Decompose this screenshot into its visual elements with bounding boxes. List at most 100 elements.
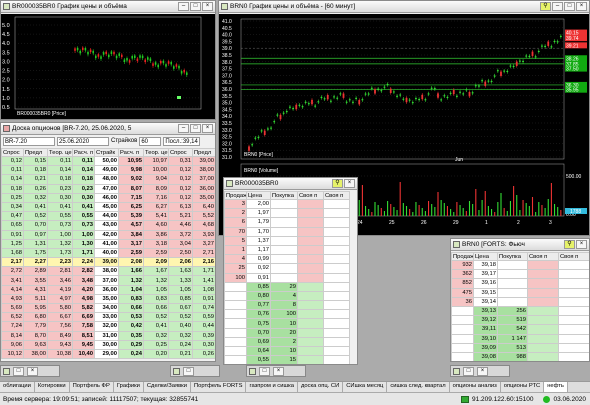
option-cell[interactable]: 7,16 <box>143 192 169 203</box>
column-header[interactable]: Покупка <box>270 191 298 200</box>
option-cell[interactable]: 0,85 <box>168 293 193 305</box>
orderbook-cell[interactable] <box>323 300 350 311</box>
orderbook-cell[interactable]: 852 <box>451 278 474 289</box>
orderbook-option-window[interactable]: BR000035BR0 ⚲ × Продаж Цена Покупка Своя пС… <box>223 177 358 365</box>
options-board-window[interactable]: Доска опционов [BR-7.20, 25.06.2020, 5 –… <box>0 122 216 362</box>
option-cell[interactable]: 5,95 <box>23 302 48 314</box>
option-cell[interactable]: 33,00 <box>94 312 119 323</box>
orderbook-cell[interactable] <box>297 198 324 210</box>
orderbook-cell[interactable] <box>527 342 559 353</box>
option-cell[interactable]: 3,27 <box>192 238 215 249</box>
orderbook-cell[interactable]: 0,92 <box>246 263 271 274</box>
orderbook-cell[interactable]: 0,64 <box>246 345 271 357</box>
option-cell[interactable]: 3,17 <box>118 238 144 249</box>
option-cell[interactable]: 0,65 <box>1 220 24 231</box>
option-cell[interactable]: 6,27 <box>143 201 169 213</box>
option-cell[interactable]: 38,00 <box>94 266 119 277</box>
option-cell[interactable]: 37,00 <box>94 275 119 286</box>
option-cell[interactable]: 2,82 <box>72 266 95 277</box>
option-cell[interactable]: 0,66 <box>118 302 144 314</box>
option-cell[interactable]: 37,00 <box>192 174 215 185</box>
orderbook-cell[interactable]: 1 147 <box>497 333 528 344</box>
option-cell[interactable]: 1,63 <box>168 266 193 277</box>
orderbook-row[interactable]: 6 1,79 <box>224 217 350 228</box>
option-cell[interactable]: 0,42 <box>118 321 144 332</box>
minimized-window-4[interactable]: □ × <box>450 365 510 377</box>
orderbook-cell[interactable] <box>323 281 350 292</box>
orderbook-cell[interactable] <box>451 333 474 344</box>
option-row[interactable]: 0,25 0,32 0,30 0,30 46,00 7,15 7,16 0,12 35,00 <box>1 192 215 203</box>
option-cell[interactable]: 5,11 <box>23 293 48 305</box>
orderbook-cell[interactable]: 0,99 <box>246 254 271 265</box>
option-cell[interactable]: 1,08 <box>192 284 215 295</box>
orderbook-row[interactable]: 852 39,16 <box>451 278 589 289</box>
option-cell[interactable]: 0,26 <box>192 348 215 360</box>
workspace-tab[interactable]: сишка след. квартал <box>387 382 450 392</box>
orderbook-cell[interactable] <box>270 272 298 283</box>
option-row[interactable]: 10,12 38,00 10,38 10,40 29,00 0,24 0,20 0,21 0,2… <box>1 348 215 360</box>
option-cell[interactable]: 1,00 <box>47 229 73 240</box>
option-cell[interactable]: 5,41 <box>143 211 169 222</box>
option-cell[interactable]: 2,71 <box>192 247 215 259</box>
column-header[interactable]: Своя п <box>527 252 559 261</box>
orderbook-cell[interactable] <box>558 351 589 361</box>
orderbook-cell[interactable] <box>527 305 559 317</box>
orderbook-cell[interactable]: 100 <box>270 309 298 320</box>
option-cell[interactable]: 36,00 <box>94 284 119 295</box>
option-cell[interactable]: 1,32 <box>143 275 169 286</box>
option-cell[interactable]: 2,23 <box>47 257 73 268</box>
option-cell[interactable]: 1,04 <box>118 284 144 295</box>
orderbook-cell[interactable] <box>270 208 298 219</box>
option-cell[interactable]: 6,25 <box>118 201 144 213</box>
orderbook-cell[interactable]: 0,75 <box>246 318 271 329</box>
workspace-tab[interactable]: Портфель ФР <box>69 382 114 392</box>
option-cell[interactable]: 47,00 <box>94 183 119 194</box>
option-cell[interactable]: 3,18 <box>143 238 169 249</box>
option-cell[interactable]: 39,00 <box>94 257 119 268</box>
orderbook-cell[interactable] <box>323 198 350 210</box>
workspace-tab[interactable]: облигации <box>0 382 35 392</box>
option-cell[interactable]: 40,00 <box>94 247 119 259</box>
orderbook-row[interactable]: 0,55 15 <box>224 355 350 364</box>
option-cell[interactable]: 35,00 <box>94 293 119 305</box>
orderbook-cell[interactable]: 70 <box>224 226 247 237</box>
workspace-tab[interactable]: СИшка месяц <box>343 382 388 392</box>
close-button[interactable]: × <box>576 2 587 11</box>
option-cell[interactable]: 9,45 <box>72 339 95 350</box>
option-row[interactable]: 0,47 0,52 0,55 0,55 44,00 5,39 5,41 5,21 5,52 <box>1 211 215 222</box>
column-header[interactable]: Покупка <box>497 252 528 261</box>
orderbook-cell[interactable] <box>224 281 247 292</box>
option-cell[interactable]: 38,00 <box>23 348 48 360</box>
option-cell[interactable]: 2,16 <box>192 257 215 268</box>
option-cell[interactable]: 1,30 <box>72 238 95 249</box>
restore-button[interactable]: □ <box>463 366 474 376</box>
orderbook-cell[interactable] <box>451 351 474 361</box>
workspace-tab[interactable]: опционы РТС <box>500 382 545 392</box>
orderbook-cell[interactable] <box>323 244 350 256</box>
option-cell[interactable]: 4,14 <box>1 284 24 295</box>
option-cell[interactable]: 2,06 <box>168 257 193 268</box>
orderbook-cell[interactable] <box>224 345 247 357</box>
option-cell[interactable]: 3,84 <box>118 229 144 240</box>
orderbook-row[interactable]: 39,12 519 <box>451 315 589 326</box>
option-cell[interactable]: 48,00 <box>94 174 119 185</box>
option-cell[interactable]: 0,55 <box>47 211 73 222</box>
orderbook-cell[interactable]: 39,17 <box>473 269 498 280</box>
option-cell[interactable]: 9,43 <box>47 339 73 350</box>
orderbook-row[interactable]: 36 39,14 <box>451 296 589 307</box>
option-cell[interactable]: 4,60 <box>143 220 169 231</box>
option-cell[interactable]: 10,12 <box>1 348 24 360</box>
orderbook-cell[interactable]: 5 <box>224 235 247 246</box>
option-cell[interactable]: 0,25 <box>1 192 24 203</box>
workspace-tab[interactable]: Графики <box>113 382 144 392</box>
option-cell[interactable]: 49,00 <box>94 165 119 176</box>
option-cell[interactable]: 0,91 <box>192 293 215 305</box>
orderbook-row[interactable]: 1 1,17 <box>224 244 350 256</box>
orderbook-row[interactable]: 3 2,00 <box>224 198 350 210</box>
orderbook-row[interactable]: 39,11 542 <box>451 324 589 335</box>
orderbook-cell[interactable] <box>527 269 559 280</box>
option-cell[interactable]: 10,40 <box>72 348 95 360</box>
orderbook-cell[interactable] <box>297 244 324 256</box>
option-cell[interactable]: 8,14 <box>1 330 24 341</box>
option-cell[interactable]: 0,67 <box>168 302 193 314</box>
